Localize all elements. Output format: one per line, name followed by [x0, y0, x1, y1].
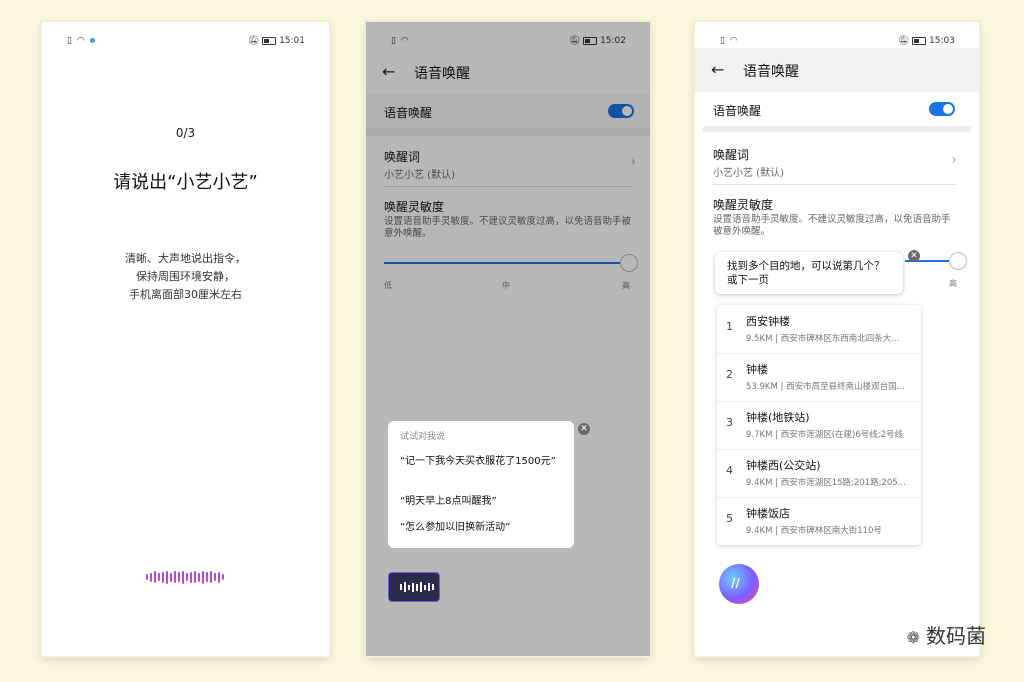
suggestion-heading: 试试对我说 [400, 432, 446, 442]
battery-icon [912, 36, 927, 45]
wake-word-label: 唤醒词 [713, 148, 750, 162]
item-address: 9.4KM | 西安市莲湖区15路;201路;205... [746, 478, 906, 488]
destination-list: 1 西安钟楼 9.5KM | 西安市碑林区东西南北四条大... 2 钟楼 53.… [717, 305, 921, 545]
close-icon[interactable]: ✕ [578, 423, 590, 435]
voice-wave-icon [400, 582, 434, 592]
list-item[interactable]: 2 钟楼 53.9KM | 西安市周至县终南山楼观台国... [717, 353, 921, 402]
suggestion-item[interactable]: “记一下我今天买衣服花了1500元” [400, 455, 560, 468]
row-divider [713, 184, 955, 185]
instruction-text: 清晰、大声地说出指令， 保持周围环境安静， 手机离面部30厘米左右 [42, 250, 329, 304]
item-number: 2 [726, 368, 733, 381]
section-divider [703, 126, 971, 132]
phone-screen-destination-results: ▯ ◠ 🔕︎ 15:03 ← 语音唤醒 语音唤醒 唤醒词 小艺小艺 (默认) ›… [695, 22, 979, 656]
back-arrow-icon[interactable]: ← [711, 60, 724, 79]
item-address: 9.5KM | 西安市碑林区东西南北四条大... [746, 334, 900, 344]
chevron-right-icon: › [951, 152, 957, 168]
phone-screen-voice-wake-settings: ▯ ◠ 🔕︎ 15:02 ← 语音唤醒 语音唤醒 唤醒词 小艺小艺 (默认) ›… [366, 22, 650, 656]
list-item[interactable]: 5 钟楼饭店 9.4KM | 西安市碑林区南大街110号 [717, 497, 921, 545]
signal-icons: ▯ ◠ [67, 36, 95, 46]
suggestion-item[interactable]: “怎么参加以旧换新活动” [400, 521, 560, 534]
voice-wake-toggle[interactable] [929, 102, 955, 116]
notification-dot-icon [89, 38, 95, 43]
item-name: 钟楼 [746, 363, 768, 376]
assistant-reply-line: 找到多个目的地，可以说第几个？ [727, 260, 885, 272]
assistant-logo-icon: // [731, 576, 740, 590]
watermark-text: 数码菌 [926, 624, 986, 648]
wake-word-row[interactable]: 唤醒词 小艺小艺 (默认) › [695, 138, 979, 184]
item-address: 9.4KM | 西安市碑林区南大街110号 [746, 526, 882, 536]
instruction-line: 清晰、大声地说出指令， [125, 252, 246, 265]
wake-prompt: 请说出“小艺小艺” [113, 172, 258, 193]
status-time: 15:01 [279, 36, 305, 46]
wake-word-value: 小艺小艺 (默认) [713, 168, 784, 179]
item-address: 53.9KM | 西安市周至县终南山楼观台国... [746, 382, 905, 392]
signal-icons: ▯ ◠ [720, 36, 739, 46]
assistant-reply-line: 或下一页 [727, 274, 769, 286]
item-name: 钟楼饭店 [746, 507, 790, 520]
page-title: 语音唤醒 [743, 64, 799, 80]
item-number: 5 [726, 512, 733, 525]
item-number: 1 [726, 320, 733, 333]
sensitivity-label: 唤醒灵敏度 [713, 198, 774, 212]
header: ← 语音唤醒 [695, 48, 979, 92]
instruction-line: 手机离面部30厘米左右 [129, 288, 242, 301]
status-bar: ▯ ◠ 🔕︎ 15:01 [42, 36, 329, 50]
list-item[interactable]: 1 西安钟楼 9.5KM | 西安市碑林区东西南北四条大... [717, 305, 921, 354]
close-icon[interactable]: ✕ [908, 250, 920, 262]
item-number: 3 [726, 416, 733, 429]
suggestion-card: 试试对我说 “记一下我今天买衣服花了1500元” “明天早上8点叫醒我” “怎么… [388, 421, 574, 548]
sensitivity-description: 设置语音助手灵敏度。不建议灵敏度过高，以免语音助手被意外唤醒。 [713, 214, 951, 237]
status-time: 15:03 [929, 36, 955, 46]
item-address: 9.7KM | 西安市莲湖区(在建)6号线;2号线 [746, 430, 904, 440]
watermark: ❁ 数码菌 [907, 620, 986, 649]
voice-wake-row[interactable]: 语音唤醒 [695, 92, 979, 126]
voice-wave-icon [146, 570, 226, 584]
voice-wake-label: 语音唤醒 [713, 104, 762, 118]
sensitivity-slider-handle[interactable] [949, 252, 967, 270]
list-item[interactable]: 3 钟楼(地铁站) 9.7KM | 西安市莲湖区(在建)6号线;2号线 [717, 401, 921, 450]
item-name: 钟楼(地铁站) [746, 411, 810, 424]
tick-high: 高 [949, 279, 957, 288]
item-name: 钟楼西(公交站) [746, 459, 821, 472]
item-number: 4 [726, 464, 733, 477]
phone-screen-wake-training: ▯ ◠ 🔕︎ 15:01 0/3 请说出“小艺小艺” 清晰、大声地说出指令， 保… [42, 22, 329, 656]
suggestion-item[interactable]: “明天早上8点叫醒我” [400, 495, 560, 508]
dim-overlay [366, 22, 650, 656]
voice-input-button[interactable] [388, 572, 440, 602]
list-item[interactable]: 4 钟楼西(公交站) 9.4KM | 西安市莲湖区15路;201路;205... [717, 449, 921, 498]
progress-counter: 0/3 [175, 126, 196, 140]
instruction-line: 保持周围环境安静， [136, 270, 235, 283]
assistant-reply-bubble: 找到多个目的地，可以说第几个？ 或下一页 [715, 252, 903, 294]
assistant-orb-button[interactable]: // [719, 564, 759, 604]
item-name: 西安钟楼 [746, 315, 790, 328]
mute-icon: 🔕︎ [897, 36, 910, 46]
battery-icon [262, 36, 277, 45]
mute-icon: 🔕︎ [247, 36, 260, 46]
wechat-icon: ❁ [906, 628, 920, 647]
